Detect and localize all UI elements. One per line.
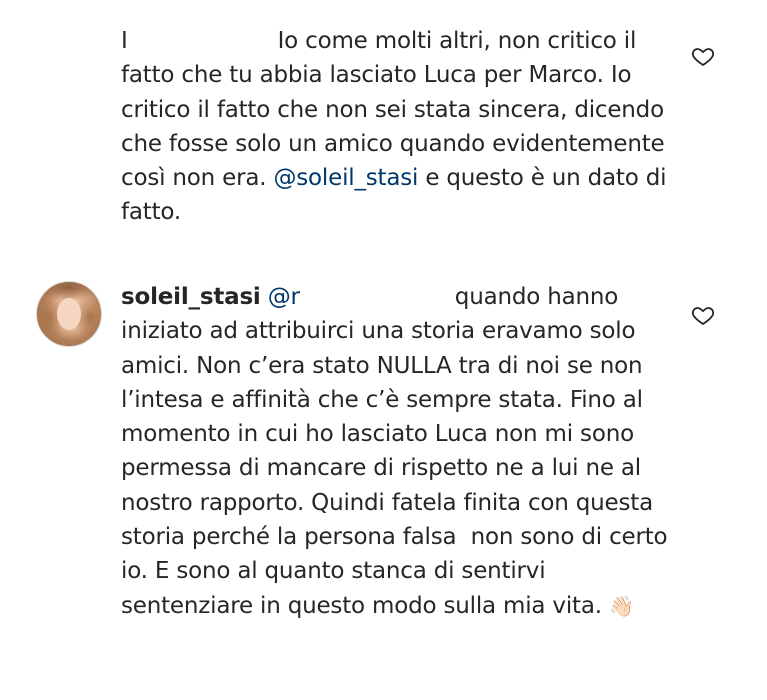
avatar-face [57,298,81,330]
comment-1-text: I Io come molti altri, non critico il fat… [121,24,681,230]
comment-author[interactable]: soleil_stasi [121,284,261,310]
redacted-username [300,288,455,308]
avatar[interactable] [36,281,102,347]
comment-2-body: quando hanno iniziato ad attribuirci una… [121,284,675,619]
heart-outline-icon[interactable] [691,44,715,68]
mention-prefix[interactable]: @r [261,284,300,310]
comment-2: soleil_stasi @r quando hanno iniziato ad … [0,270,767,700]
comment-1: I Io come molti altri, non critico il fat… [0,0,767,270]
heart-outline-icon[interactable] [691,303,715,327]
comment-2-text: soleil_stasi @r quando hanno iniziato ad … [121,280,681,623]
waving-hand-emoji: 👋🏻 [608,593,634,618]
mention-link[interactable]: @soleil_stasi [273,165,418,191]
redacted-username [128,32,278,52]
comment-1-prefix: I [121,28,128,54]
